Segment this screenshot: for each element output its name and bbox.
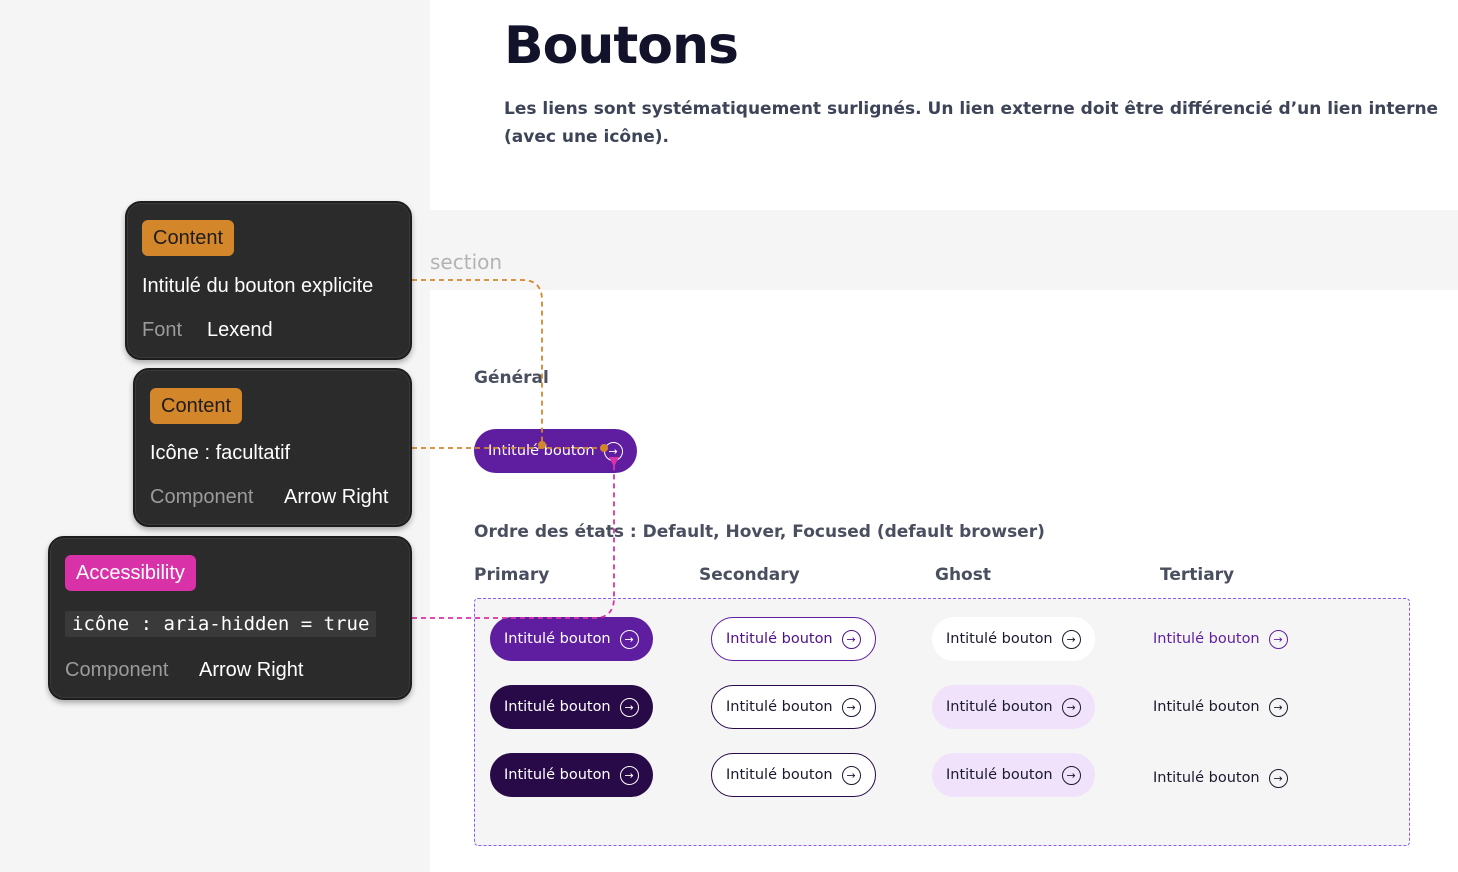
arrow-right-circle-icon: → <box>841 629 861 649</box>
content-tag: Content <box>150 388 243 424</box>
ghost-button-hover[interactable]: Intitulé bouton → <box>932 685 1095 729</box>
button-label: Intitulé bouton <box>946 699 1053 715</box>
annotation-key: Component <box>65 659 169 681</box>
button-label: Intitulé bouton <box>504 631 611 647</box>
arrow-right-circle-icon: → <box>1268 629 1288 649</box>
general-heading: Général <box>474 368 549 388</box>
button-label: Intitulé bouton <box>726 699 833 715</box>
ghost-button-default[interactable]: Intitulé bouton → <box>932 617 1095 661</box>
annotation-value: Arrow Right <box>284 486 389 508</box>
section-label: section <box>430 250 503 274</box>
content-tag: Content <box>142 220 235 256</box>
secondary-button-hover[interactable]: Intitulé bouton → <box>711 685 876 729</box>
arrow-right-circle-icon: → <box>619 765 639 785</box>
aria-hidden-code: icône : aria-hidden = true <box>65 611 377 637</box>
annotation-key: Component <box>150 486 254 508</box>
arrow-right-circle-icon: → <box>841 697 861 717</box>
button-label: Intitulé bouton <box>488 443 595 459</box>
general-button[interactable]: Intitulé bouton → <box>474 429 637 473</box>
button-label: Intitulé bouton <box>504 767 611 783</box>
arrow-right-circle-icon: → <box>619 629 639 649</box>
button-label: Intitulé bouton <box>1153 631 1260 647</box>
secondary-button-focused[interactable]: Intitulé bouton → <box>711 753 876 797</box>
button-label: Intitulé bouton <box>726 767 833 783</box>
column-heading-ghost: Ghost <box>935 565 991 585</box>
accessibility-tag: Accessibility <box>65 555 196 591</box>
annotation-text: Intitulé du bouton explicite <box>142 275 374 297</box>
arrow-right-circle-icon: → <box>1268 768 1288 788</box>
arrow-right-circle-icon: → <box>841 765 861 785</box>
button-label: Intitulé bouton <box>1153 699 1260 715</box>
arrow-right-circle-icon: → <box>1061 765 1081 785</box>
annotation-key: Font <box>142 319 183 341</box>
page-description: Les liens sont systématiquement surligné… <box>504 99 1439 147</box>
tertiary-button-focused[interactable]: Intitulé bouton → <box>1139 756 1302 800</box>
annotation-value: Arrow Right <box>199 659 304 681</box>
primary-button-default[interactable]: Intitulé bouton → <box>490 617 653 661</box>
annotation-card-accessibility: Accessibility icône : aria-hidden = true… <box>48 536 412 700</box>
tertiary-button-default[interactable]: Intitulé bouton → <box>1139 617 1302 661</box>
button-label: Intitulé bouton <box>1153 770 1260 786</box>
button-label: Intitulé bouton <box>946 631 1053 647</box>
tertiary-button-hover[interactable]: Intitulé bouton → <box>1139 685 1302 729</box>
arrow-right-circle-icon: → <box>603 441 623 461</box>
states-heading: Ordre des états : Default, Hover, Focuse… <box>474 522 1045 542</box>
button-label: Intitulé bouton <box>946 767 1053 783</box>
secondary-button-default[interactable]: Intitulé bouton → <box>711 617 876 661</box>
column-heading-primary: Primary <box>474 565 550 585</box>
column-heading-secondary: Secondary <box>699 565 800 585</box>
primary-button-focused[interactable]: Intitulé bouton → <box>490 753 653 797</box>
button-label: Intitulé bouton <box>726 631 833 647</box>
arrow-right-circle-icon: → <box>619 697 639 717</box>
annotation-value: Lexend <box>207 319 273 341</box>
annotation-card-content-label: Content Intitulé du bouton explicite Fon… <box>125 201 412 360</box>
annotation-card-content-icon: Content Icône : facultatif Component Arr… <box>133 368 412 527</box>
primary-button-hover[interactable]: Intitulé bouton → <box>490 685 653 729</box>
arrow-right-circle-icon: → <box>1061 629 1081 649</box>
annotation-text: Icône : facultatif <box>150 442 291 464</box>
arrow-right-circle-icon: → <box>1268 697 1288 717</box>
page-title: Boutons <box>504 16 739 76</box>
ghost-button-focused[interactable]: Intitulé bouton → <box>932 753 1095 797</box>
section-band <box>430 210 1458 290</box>
column-heading-tertiary: Tertiary <box>1160 565 1235 585</box>
button-label: Intitulé bouton <box>504 699 611 715</box>
connector-content-label <box>412 279 543 444</box>
arrow-right-circle-icon: → <box>1061 697 1081 717</box>
